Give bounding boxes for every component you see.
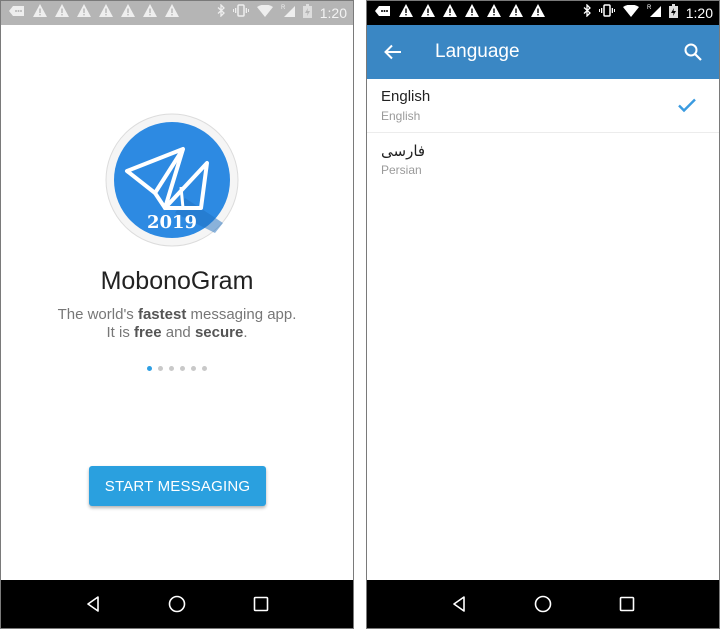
warning-icon [487, 4, 501, 22]
language-subtitle: Persian [381, 163, 422, 177]
page-dot[interactable] [202, 366, 207, 371]
recents-square-icon [253, 596, 269, 612]
tagline-line-2: It is free and secure. [1, 324, 353, 342]
warning-icon [165, 4, 179, 22]
back-triangle-icon [87, 596, 99, 612]
status-bar: R 1:20 [367, 1, 719, 25]
recents-square-icon [619, 596, 635, 612]
roaming-label: R [281, 5, 286, 11]
status-time: 1:20 [685, 5, 713, 21]
page-dot[interactable] [169, 366, 174, 371]
language-name: English [381, 88, 431, 105]
tagline-text: . [243, 324, 248, 341]
language-name: فارسی [381, 143, 426, 160]
battery-charging-icon [668, 3, 678, 23]
warning-icon [99, 4, 113, 22]
language-screen: R 1:20 Language English English فارسی Pe… [366, 0, 720, 629]
signal-icon: R [647, 4, 661, 22]
tagline: The world's fastest messaging app. It is… [1, 306, 353, 342]
bluetooth-icon [583, 3, 591, 22]
app-name: MobonoGram [100, 267, 254, 295]
message-icon [375, 4, 391, 22]
tagline-text: The world's [57, 306, 138, 323]
home-nav-button[interactable] [165, 592, 189, 616]
page-title: Language [435, 41, 520, 62]
search-icon [684, 43, 702, 61]
wifi-icon [622, 4, 639, 22]
warning-icon [509, 4, 523, 22]
page-dot[interactable] [158, 366, 163, 371]
warning-icon [531, 4, 545, 22]
vibrate-icon [232, 4, 249, 22]
page-indicator [1, 366, 353, 371]
navigation-bar [1, 580, 353, 628]
tagline-bold: secure [194, 324, 244, 341]
tagline-bold: fastest [137, 306, 187, 323]
warning-icon [33, 4, 47, 22]
warning-icon [443, 4, 457, 22]
home-circle-icon [534, 595, 552, 613]
back-button[interactable] [381, 40, 405, 64]
warning-icon [55, 4, 69, 22]
checkmark-icon [678, 98, 696, 113]
recents-nav-button[interactable] [249, 592, 273, 616]
bluetooth-icon [217, 3, 225, 22]
language-list: English English فارسی Persian [367, 79, 719, 185]
tagline-line-1: The world's fastest messaging app. [1, 306, 353, 324]
back-triangle-icon [453, 596, 465, 612]
vibrate-icon [598, 4, 615, 22]
warning-icon [143, 4, 157, 22]
warning-icon [421, 4, 435, 22]
back-nav-button[interactable] [81, 592, 105, 616]
page-dot[interactable] [191, 366, 196, 371]
home-nav-button[interactable] [531, 592, 555, 616]
roaming-label: R [647, 5, 652, 11]
warning-icon [121, 4, 135, 22]
warning-icon [399, 4, 413, 22]
welcome-screen: R 1:20 2019 MobonoGram The world's faste… [0, 0, 354, 629]
warning-icon [465, 4, 479, 22]
wifi-icon [256, 4, 273, 22]
page-dot[interactable] [180, 366, 185, 371]
language-item-persian[interactable]: فارسی Persian [367, 132, 719, 185]
status-bar: R 1:20 [1, 1, 353, 25]
tagline-text: It is [106, 324, 135, 341]
page-dot-active[interactable] [147, 366, 152, 371]
message-icon [9, 4, 25, 22]
arrow-left-icon [384, 44, 401, 60]
language-subtitle: English [381, 109, 421, 123]
language-item-english[interactable]: English English [367, 79, 719, 132]
signal-icon: R [281, 4, 295, 22]
tagline-bold: free [134, 324, 162, 341]
navigation-bar [367, 580, 719, 628]
battery-charging-icon [302, 3, 312, 23]
back-nav-button[interactable] [447, 592, 471, 616]
search-button[interactable] [681, 40, 705, 64]
status-time: 1:20 [319, 5, 347, 21]
home-circle-icon [168, 595, 186, 613]
tagline-text: and [161, 324, 195, 341]
warning-icon [77, 4, 91, 22]
tagline-text: messaging app. [186, 306, 297, 323]
app-logo: 2019 [105, 113, 239, 247]
recents-nav-button[interactable] [615, 592, 639, 616]
toolbar: Language [367, 25, 719, 79]
start-messaging-button[interactable]: START MESSAGING [89, 466, 266, 506]
logo-year: 2019 [147, 212, 197, 233]
